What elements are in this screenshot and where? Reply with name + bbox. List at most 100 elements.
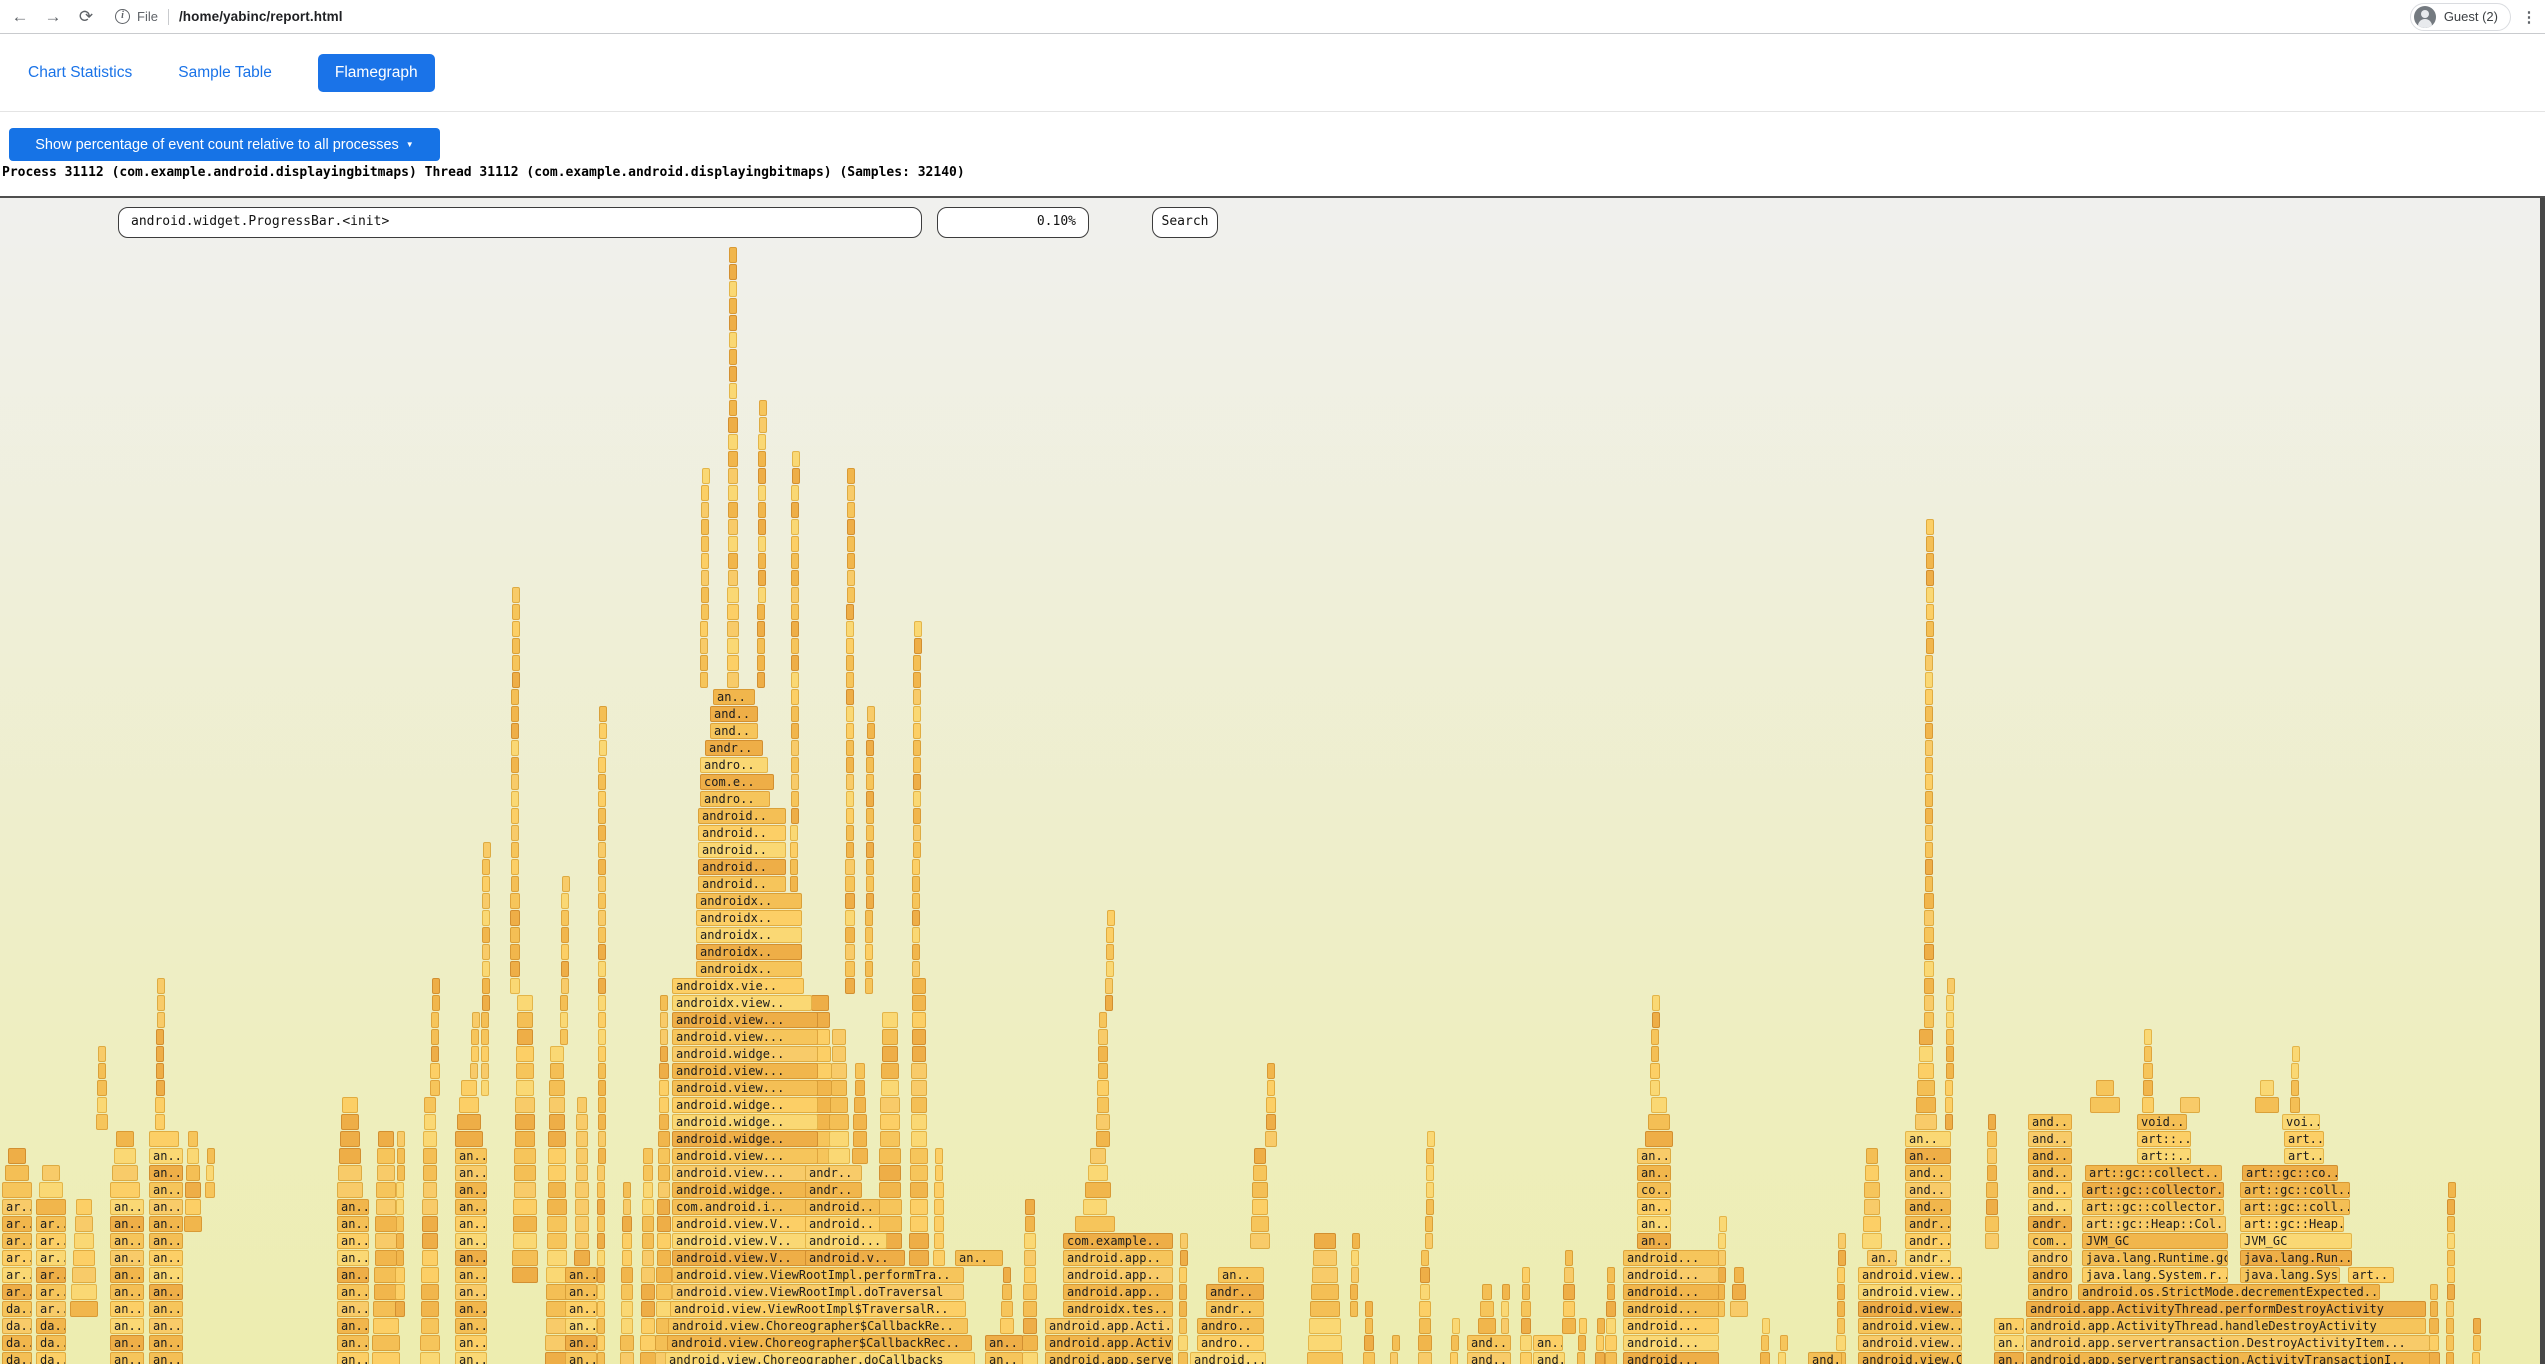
flame-tower-bar[interactable] bbox=[1838, 1233, 1846, 1249]
forward-icon[interactable]: → bbox=[41, 5, 65, 29]
flame-tower-bar[interactable] bbox=[847, 519, 855, 535]
tab-sample-table[interactable]: Sample Table bbox=[178, 64, 272, 82]
flame-bar[interactable]: android... bbox=[1623, 1335, 1719, 1351]
flame-bar[interactable]: an.. bbox=[149, 1318, 183, 1334]
flame-tower-bar[interactable] bbox=[482, 961, 490, 977]
flame-tower-bar[interactable] bbox=[1419, 1301, 1430, 1317]
flame-bar[interactable]: and.. bbox=[1467, 1335, 1511, 1351]
flame-tower-bar[interactable] bbox=[39, 1182, 63, 1198]
flame-bar[interactable]: an.. bbox=[1905, 1148, 1951, 1164]
flame-tower-bar[interactable] bbox=[188, 1131, 199, 1147]
flame-tower-bar[interactable] bbox=[729, 349, 737, 365]
flame-tower-bar[interactable] bbox=[560, 1012, 568, 1028]
flame-tower-bar[interactable] bbox=[2180, 1097, 2200, 1113]
flame-bar[interactable]: android.app.servertransaction.ActivityTr… bbox=[2026, 1352, 2430, 1364]
flame-bar[interactable]: an.. bbox=[337, 1284, 369, 1300]
flame-tower-bar[interactable] bbox=[790, 842, 798, 858]
flame-tower-bar[interactable] bbox=[701, 502, 709, 518]
flame-tower-bar[interactable] bbox=[729, 281, 737, 297]
flame-bar[interactable]: an.. bbox=[455, 1284, 487, 1300]
flame-tower-bar[interactable] bbox=[1097, 1080, 1109, 1096]
flame-bar[interactable]: an.. bbox=[110, 1318, 144, 1334]
flame-bar[interactable]: android... bbox=[805, 1233, 887, 1249]
flame-tower-bar[interactable] bbox=[424, 1097, 436, 1113]
flame-tower-bar[interactable] bbox=[846, 757, 854, 773]
flame-tower-bar[interactable] bbox=[1426, 1165, 1434, 1181]
flame-tower-bar[interactable] bbox=[599, 723, 607, 739]
flame-tower-bar[interactable] bbox=[881, 1080, 899, 1096]
flame-tower-bar[interactable] bbox=[5, 1165, 29, 1181]
flame-tower-bar[interactable] bbox=[514, 1182, 537, 1198]
flame-tower-bar[interactable] bbox=[791, 621, 799, 637]
flame-tower-bar[interactable] bbox=[1863, 1216, 1881, 1232]
flame-bar[interactable]: ar.. bbox=[2, 1284, 32, 1300]
flame-tower-bar[interactable] bbox=[912, 927, 920, 943]
flame-tower-bar[interactable] bbox=[623, 1182, 631, 1198]
flame-tower-bar[interactable] bbox=[1924, 978, 1934, 994]
flame-tower-bar[interactable] bbox=[2260, 1080, 2274, 1096]
flame-tower-bar[interactable] bbox=[576, 1165, 589, 1181]
flame-tower-bar[interactable] bbox=[2, 1182, 32, 1198]
flame-tower-bar[interactable] bbox=[1024, 1267, 1036, 1283]
flame-tower-bar[interactable] bbox=[424, 1114, 437, 1130]
flame-bar[interactable]: art::gc::Heap::Col.. bbox=[2082, 1216, 2226, 1232]
flame-tower-bar[interactable] bbox=[377, 1165, 396, 1181]
flame-tower-bar[interactable] bbox=[847, 536, 855, 552]
flame-tower-bar[interactable] bbox=[184, 1216, 202, 1232]
flame-tower-bar[interactable] bbox=[701, 536, 709, 552]
flame-bar[interactable]: android.app.. bbox=[1063, 1284, 1173, 1300]
flame-tower-bar[interactable] bbox=[1418, 1352, 1432, 1364]
flame-tower-bar[interactable] bbox=[375, 1250, 398, 1266]
flame-tower-bar[interactable] bbox=[1023, 1284, 1036, 1300]
flame-tower-bar[interactable] bbox=[1001, 1301, 1013, 1317]
flame-tower-bar[interactable] bbox=[98, 1046, 106, 1062]
flame-tower-bar[interactable] bbox=[846, 842, 855, 858]
flame-tower-bar[interactable] bbox=[1350, 1301, 1358, 1317]
flame-bar[interactable]: an.. bbox=[565, 1352, 597, 1364]
flame-bar[interactable]: android.. bbox=[698, 859, 786, 875]
flame-bar[interactable]: andro.. bbox=[2028, 1284, 2072, 1300]
flame-tower-bar[interactable] bbox=[598, 893, 606, 909]
flame-tower-bar[interactable] bbox=[727, 587, 738, 603]
flame-bar[interactable]: andr.. bbox=[1905, 1250, 1951, 1266]
flame-tower-bar[interactable] bbox=[1178, 1352, 1188, 1364]
flame-bar[interactable]: an.. bbox=[149, 1148, 183, 1164]
flame-tower-bar[interactable] bbox=[112, 1165, 138, 1181]
flame-tower-bar[interactable] bbox=[205, 1182, 215, 1198]
flame-tower-bar[interactable] bbox=[397, 1148, 405, 1164]
flame-bar[interactable]: and.. bbox=[2028, 1199, 2072, 1215]
flame-tower-bar[interactable] bbox=[935, 1165, 944, 1181]
flame-tower-bar[interactable] bbox=[561, 927, 569, 943]
flame-tower-bar[interactable] bbox=[1918, 1063, 1935, 1079]
flame-tower-bar[interactable] bbox=[791, 553, 799, 569]
flame-tower-bar[interactable] bbox=[1866, 1148, 1878, 1164]
flame-tower-bar[interactable] bbox=[757, 638, 765, 654]
flame-bar[interactable]: android.app.. bbox=[1063, 1267, 1173, 1283]
flame-tower-bar[interactable] bbox=[156, 1029, 164, 1045]
flame-tower-bar[interactable] bbox=[396, 1250, 405, 1266]
info-icon[interactable]: i bbox=[115, 9, 130, 24]
flame-tower-bar[interactable] bbox=[759, 417, 767, 433]
flame-tower-bar[interactable] bbox=[423, 1182, 438, 1198]
flame-tower-bar[interactable] bbox=[2430, 1301, 2438, 1317]
flame-bar[interactable]: android.view.ViewRootImpl$TraversalR.. bbox=[670, 1301, 966, 1317]
flame-tower-bar[interactable] bbox=[881, 1063, 899, 1079]
flame-tower-bar[interactable] bbox=[659, 1097, 669, 1113]
flame-tower-bar[interactable] bbox=[1597, 1318, 1605, 1334]
flame-tower-bar[interactable] bbox=[549, 1097, 565, 1113]
flame-tower-bar[interactable] bbox=[514, 1165, 536, 1181]
flame-tower-bar[interactable] bbox=[702, 468, 710, 484]
flame-tower-bar[interactable] bbox=[1085, 1182, 1111, 1198]
flame-tower-bar[interactable] bbox=[1650, 1080, 1660, 1096]
flame-tower-bar[interactable] bbox=[791, 587, 799, 603]
flame-bar[interactable]: andr.. bbox=[1905, 1233, 1951, 1249]
flame-tower-bar[interactable] bbox=[1945, 1114, 1953, 1130]
flame-tower-bar[interactable] bbox=[1652, 995, 1660, 1011]
flame-bar[interactable]: java.lang.Runtime.gc bbox=[2082, 1250, 2228, 1266]
flame-tower-bar[interactable] bbox=[1075, 1216, 1115, 1232]
browser-menu-icon[interactable]: ⋮ bbox=[2521, 8, 2537, 26]
flame-tower-bar[interactable] bbox=[548, 1165, 566, 1181]
flame-bar[interactable]: com.example.. bbox=[1063, 1233, 1173, 1249]
flame-tower-bar[interactable] bbox=[866, 876, 874, 892]
flame-tower-bar[interactable] bbox=[2447, 1284, 2455, 1300]
